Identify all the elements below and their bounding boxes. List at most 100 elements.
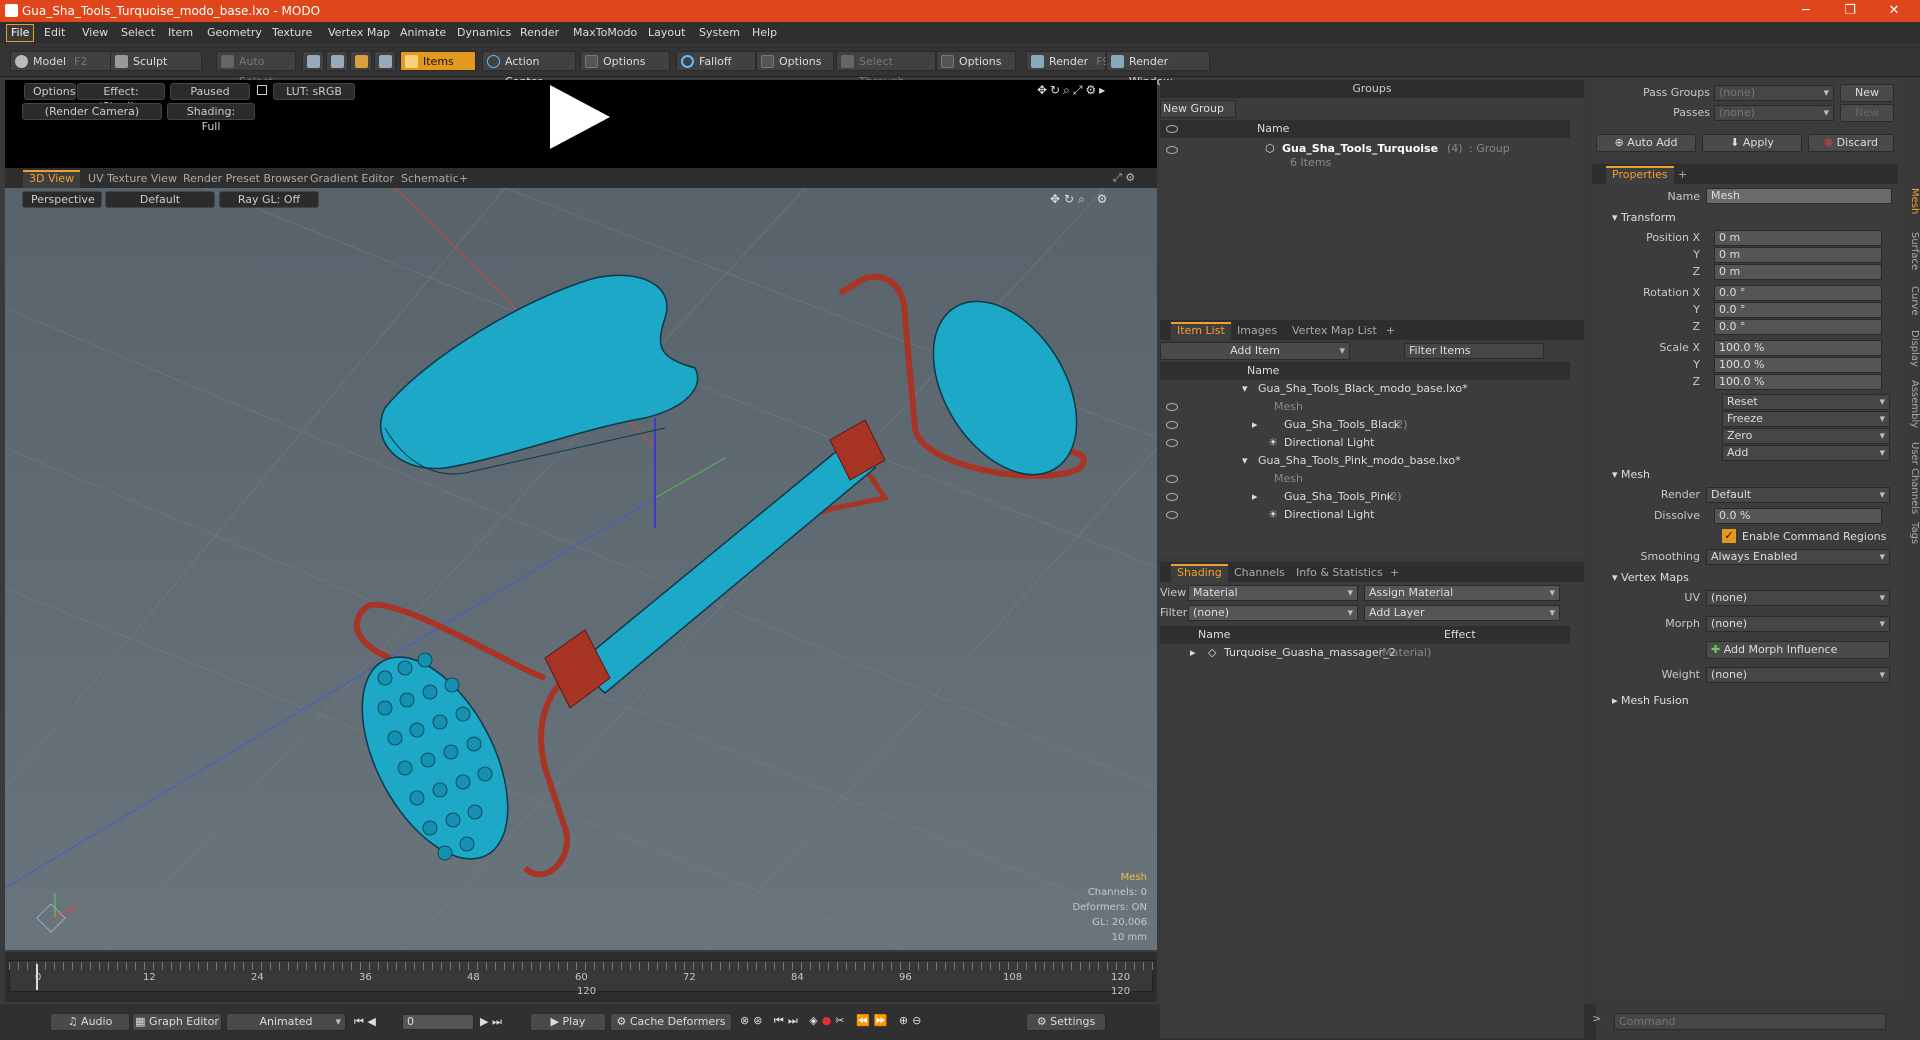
render-dropdown[interactable]: Default bbox=[1706, 487, 1890, 503]
tab-info-statistics[interactable]: Info & Statistics bbox=[1290, 564, 1389, 582]
menu-maxtomodo[interactable]: MaxToModo bbox=[573, 26, 637, 39]
rotation-z-input[interactable]: 0.0 ° bbox=[1714, 319, 1882, 335]
vtab-surface[interactable]: Surface bbox=[1902, 232, 1920, 282]
menu-help[interactable]: Help bbox=[752, 26, 777, 39]
rotation-y-input[interactable]: 0.0 ° bbox=[1714, 302, 1882, 318]
group-row[interactable]: ⬡ Gua_Sha_Tools_Turquoise (4) : Group 6 … bbox=[1160, 140, 1570, 178]
record-icon[interactable]: ● bbox=[822, 1014, 836, 1027]
expand-arrow-icon[interactable]: ▸ bbox=[1252, 416, 1258, 434]
vertices-mode-button[interactable] bbox=[302, 51, 324, 71]
add-tab-button[interactable]: + bbox=[1384, 564, 1405, 582]
eye-icon[interactable] bbox=[1166, 403, 1178, 411]
polygons-mode-button[interactable] bbox=[350, 51, 372, 71]
add-tab-button[interactable]: + bbox=[453, 170, 474, 188]
falloff-button[interactable]: Falloff bbox=[676, 51, 756, 71]
tab-images[interactable]: Images bbox=[1231, 322, 1283, 340]
expand-arrow-icon[interactable]: ▸ bbox=[1190, 644, 1196, 662]
raygl-dropdown[interactable]: Ray GL: Off bbox=[219, 191, 319, 208]
vertex-maps-section[interactable]: ▾ Vertex Maps bbox=[1612, 571, 1689, 584]
preview-paused-button[interactable]: Paused bbox=[170, 83, 250, 100]
vtab-assembly[interactable]: Assembly bbox=[1902, 380, 1920, 438]
tab-shading[interactable]: Shading bbox=[1171, 564, 1228, 582]
menu-system[interactable]: System bbox=[699, 26, 740, 39]
new-pass-button[interactable]: New bbox=[1840, 104, 1894, 122]
vtab-user-channels[interactable]: User Channels bbox=[1902, 442, 1920, 518]
passes-dropdown[interactable]: (none) bbox=[1714, 105, 1834, 121]
menu-vertex-map[interactable]: Vertex Map bbox=[328, 26, 390, 39]
tab-vertex-map-list[interactable]: Vertex Map List bbox=[1286, 322, 1383, 340]
projection-dropdown[interactable]: Perspective bbox=[22, 191, 102, 208]
eye-icon[interactable] bbox=[1166, 511, 1178, 519]
expand-arrow-icon[interactable]: ▸ bbox=[1252, 488, 1258, 506]
menu-layout[interactable]: Layout bbox=[648, 26, 685, 39]
list-item[interactable]: ▸ Gua_Sha_Tools_Black (2) bbox=[1160, 416, 1570, 434]
sculpt-mode-button[interactable]: Sculpt bbox=[110, 51, 202, 71]
pass-groups-dropdown[interactable]: (none) bbox=[1714, 85, 1834, 101]
tab-properties[interactable]: Properties bbox=[1606, 166, 1674, 184]
items-mode-button[interactable]: Items bbox=[400, 51, 476, 71]
list-item[interactable]: ▸ Gua_Sha_Tools_Pink (2) bbox=[1160, 488, 1570, 506]
playhead[interactable] bbox=[36, 964, 38, 990]
vtab-mesh[interactable]: Mesh bbox=[1902, 188, 1920, 228]
eye-icon[interactable] bbox=[1166, 421, 1178, 429]
expand-icon[interactable]: ⤢ ⚙ bbox=[1113, 171, 1135, 185]
discard-button[interactable]: ⊗ Discard bbox=[1808, 134, 1894, 152]
view-dropdown[interactable]: Material bbox=[1188, 585, 1358, 601]
gua-sha-stone[interactable] bbox=[380, 274, 699, 470]
animated-dropdown[interactable]: Animated bbox=[226, 1013, 346, 1031]
scale-x-input[interactable]: 100.0 % bbox=[1714, 340, 1882, 356]
viewport-3d[interactable]: Perspective Default Ray GL: Off ✥↻⌕ ⚙ Me… bbox=[5, 188, 1157, 950]
rotation-x-input[interactable]: 0.0 ° bbox=[1714, 285, 1882, 301]
expand-arrow-icon[interactable]: ▾ bbox=[1242, 452, 1248, 470]
filter-items-input[interactable]: Filter Items bbox=[1404, 343, 1544, 359]
vtab-curve[interactable]: Curve bbox=[1902, 286, 1920, 326]
maximize-button[interactable]: ❐ bbox=[1830, 2, 1870, 20]
upper-roller[interactable] bbox=[904, 276, 1106, 501]
shading-dropdown[interactable]: Shading: Full bbox=[167, 103, 255, 133]
list-item[interactable]: ▾ Gua_Sha_Tools_Black_modo_base.lxo* bbox=[1160, 380, 1570, 398]
material-row[interactable]: ▸ ◇ Turquoise_Guasha_massager_2 (Materia… bbox=[1160, 644, 1570, 662]
expand-arrow-icon[interactable]: ▾ bbox=[1242, 380, 1248, 398]
add-tab-button[interactable]: + bbox=[1672, 166, 1693, 184]
add-item-dropdown[interactable]: Add Item bbox=[1160, 342, 1350, 360]
add-layer-dropdown[interactable]: Add Layer bbox=[1364, 605, 1560, 621]
edges-mode-button[interactable] bbox=[326, 51, 348, 71]
action-center-options-button[interactable]: Options bbox=[580, 51, 670, 71]
name-input[interactable]: Mesh bbox=[1706, 188, 1892, 204]
play-button[interactable]: ▶ Play bbox=[530, 1013, 606, 1031]
menu-geometry[interactable]: Geometry bbox=[207, 26, 262, 39]
transform-section[interactable]: ▾ Transform bbox=[1612, 211, 1676, 224]
enable-command-regions-checkbox[interactable]: ✓ bbox=[1722, 529, 1736, 543]
add-morph-influence-button[interactable]: ✚ Add Morph Influence bbox=[1706, 641, 1890, 659]
list-item[interactable]: ☀ Directional Light bbox=[1160, 434, 1570, 452]
menu-render[interactable]: Render bbox=[520, 26, 559, 39]
transport-back-icons[interactable]: ⏮ ◀ bbox=[354, 1015, 376, 1029]
scale-z-input[interactable]: 100.0 % bbox=[1714, 374, 1882, 390]
close-button[interactable]: ✕ bbox=[1874, 2, 1914, 20]
style-dropdown[interactable]: Default bbox=[105, 191, 215, 208]
auto-add-button[interactable]: ⊕ Auto Add bbox=[1596, 134, 1696, 152]
zero-dropdown[interactable]: Zero bbox=[1722, 428, 1890, 444]
select-through-button[interactable]: Select Through bbox=[836, 51, 936, 88]
smoothing-dropdown[interactable]: Always Enabled bbox=[1706, 549, 1890, 565]
position-z-input[interactable]: 0 m bbox=[1714, 264, 1882, 280]
lock-icon[interactable] bbox=[257, 85, 267, 95]
menu-select[interactable]: Select bbox=[121, 26, 155, 39]
tab-gradient-editor[interactable]: Gradient Editor bbox=[304, 170, 400, 188]
timeline[interactable]: 0 12 24 36 48 60 72 84 96 108 120 120 12… bbox=[5, 952, 1157, 1002]
minimize-button[interactable]: ─ bbox=[1786, 2, 1826, 20]
viewport-nav-icons[interactable]: ✥↻⌕ ⚙ bbox=[1050, 192, 1111, 207]
filter-dropdown[interactable]: (none) bbox=[1188, 605, 1358, 621]
menu-item[interactable]: Item bbox=[168, 26, 193, 39]
select-through-options-button[interactable]: Options bbox=[936, 51, 1016, 71]
menu-animate[interactable]: Animate bbox=[400, 26, 446, 39]
morph-dropdown[interactable]: (none) bbox=[1706, 616, 1890, 632]
list-item[interactable]: Mesh bbox=[1160, 470, 1570, 488]
tab-render-preset-browser[interactable]: Render Preset Browser bbox=[177, 170, 314, 188]
play-preview-icon[interactable] bbox=[545, 82, 615, 152]
settings-button[interactable]: ⚙ Settings bbox=[1026, 1013, 1106, 1031]
eye-icon[interactable] bbox=[1166, 439, 1178, 447]
preview-options-button[interactable]: Options bbox=[24, 83, 76, 100]
transport-forward-icons[interactable]: ▶ ⏭ bbox=[480, 1015, 502, 1029]
preview-nav-icons[interactable]: ✥↻⌕⤢⚙▸ bbox=[1037, 83, 1108, 98]
